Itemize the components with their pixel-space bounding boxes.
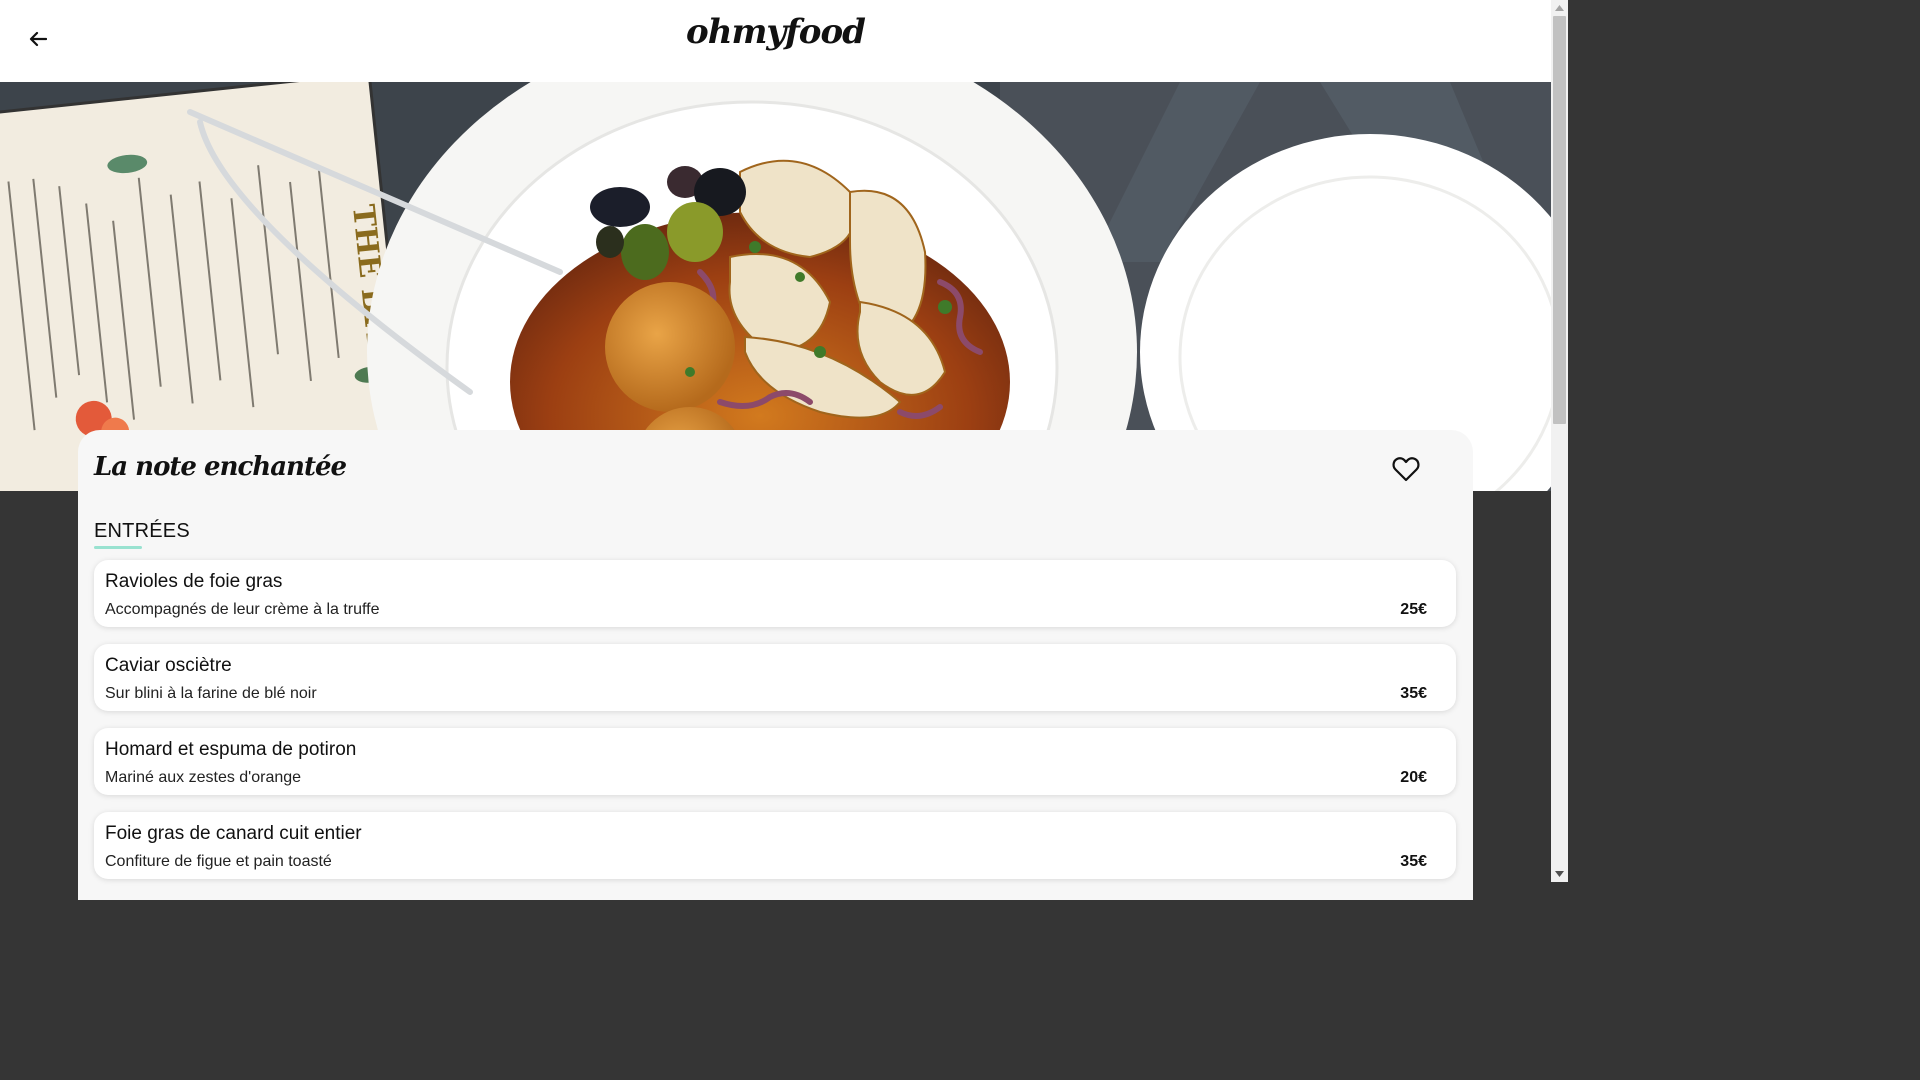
dish-name: Caviar osciètre <box>105 655 232 676</box>
dish-price: 20€ <box>1400 769 1427 786</box>
page-scrollbar[interactable] <box>1551 0 1568 882</box>
dish-card[interactable]: Foie gras de canard cuit entier Confitur… <box>94 812 1456 879</box>
dish-description: Accompagnés de leur crème à la truffe <box>105 601 380 618</box>
dish-price: 35€ <box>1400 685 1427 702</box>
dish-description: Confiture de figue et pain toasté <box>105 853 332 870</box>
scrollbar-thumb[interactable] <box>1553 16 1566 424</box>
dish-card[interactable]: Homard et espuma de potiron Mariné aux z… <box>94 728 1456 795</box>
section-title-entrees: ENTRÉES <box>94 520 190 542</box>
dish-description: Sur blini à la farine de blé noir <box>105 685 317 702</box>
dish-description: Mariné aux zestes d'orange <box>105 769 302 786</box>
scroll-down-arrow-icon[interactable] <box>1551 866 1568 882</box>
dish-price: 25€ <box>1400 601 1427 618</box>
dish-name: Homard et espuma de potiron <box>105 739 357 760</box>
restaurant-menu-card: La note enchantée ENTRÉES Ravioles de fo… <box>78 430 1473 900</box>
dish-name: Ravioles de foie gras <box>105 571 283 592</box>
restaurant-name: La note enchantée <box>94 452 347 482</box>
section-underline <box>94 546 142 549</box>
dish-card[interactable]: Ravioles de foie gras Accompagnés de leu… <box>94 560 1456 627</box>
dish-card[interactable]: Caviar osciètre Sur blini à la farine de… <box>94 644 1456 711</box>
dish-name: Foie gras de canard cuit entier <box>105 823 362 844</box>
app-logo[interactable]: ohmyfood <box>0 12 1551 52</box>
favorite-button[interactable] <box>1392 456 1422 484</box>
dish-price: 35€ <box>1400 853 1427 870</box>
app-header: ohmyfood <box>0 0 1551 82</box>
heart-outline-icon <box>1392 457 1420 482</box>
scroll-up-arrow-icon[interactable] <box>1551 0 1568 16</box>
